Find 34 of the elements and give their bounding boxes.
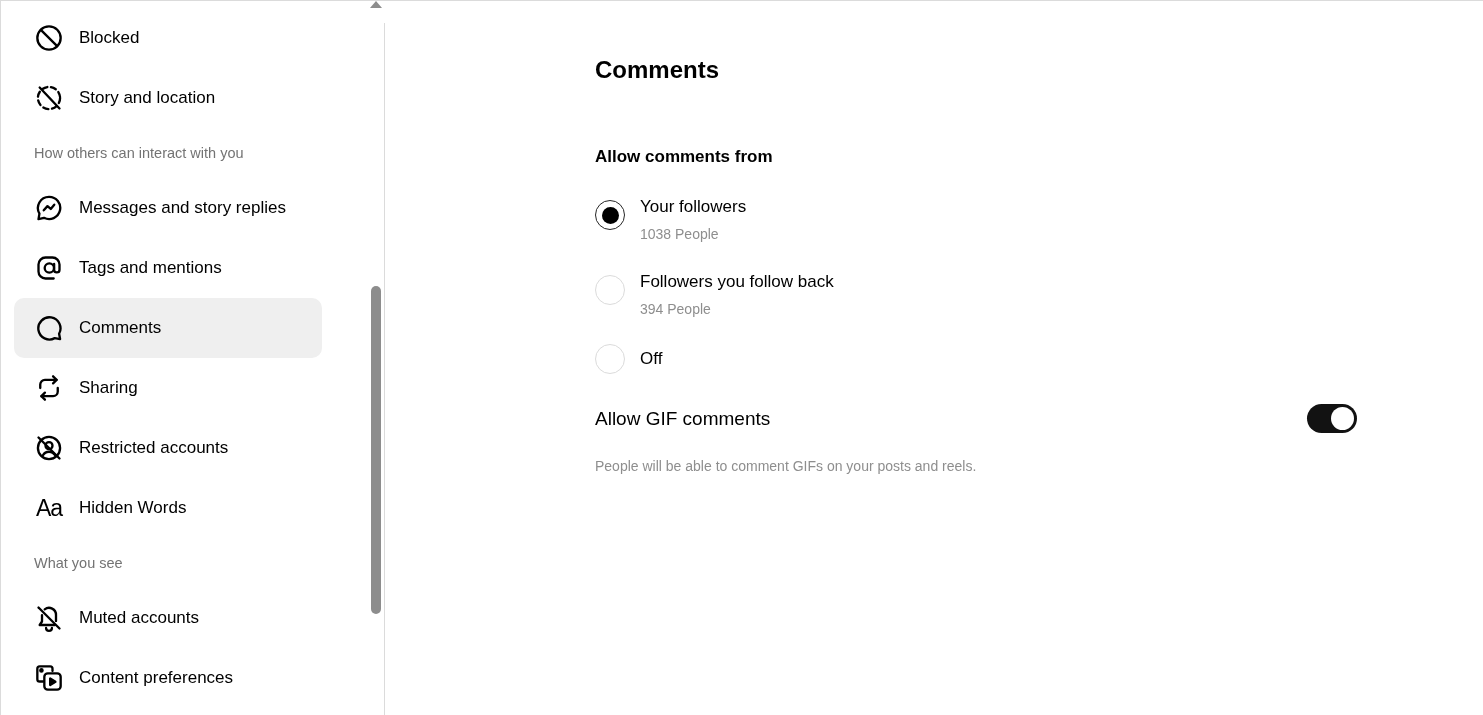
dashed-circle-slash-icon [35,84,63,112]
sidebar-item[interactable]: Blocked [14,8,322,68]
sidebar-item[interactable]: Sharing [14,358,322,418]
scroll-up-icon[interactable] [370,1,382,8]
setting-description: People will be able to comment GIFs on your posts and reels. [595,457,978,476]
sidebar-item[interactable]: Story and location [14,68,322,128]
sidebar-item[interactable]: Tags and mentions [14,238,322,298]
comment-icon [35,314,63,342]
section-label: Allow comments from [595,146,774,168]
sidebar-item[interactable]: Comments [14,298,322,358]
restricted-account-icon [35,434,63,462]
sidebar-item[interactable]: Restricted accounts [14,418,322,478]
toggle-switch[interactable] [1307,404,1357,433]
section-heading: How others can interact with you [34,144,244,162]
section-heading: What you see [34,554,123,572]
sidebar-item[interactable]: Messages and story replies [14,178,322,238]
option-label: Your followers [640,196,747,218]
option-detail: 1038 People [640,225,720,244]
messenger-icon [35,194,63,222]
option-label: Off [640,348,663,370]
option-detail: 394 People [640,300,712,319]
media-play-icon [35,664,63,692]
at-sign-icon [35,254,63,282]
blocked-icon [35,24,63,52]
radio-button[interactable] [595,200,625,230]
sidebar-item[interactable]: Muted accounts [14,588,322,648]
option-label: Followers you follow back [640,271,834,293]
text-size-icon: Aa [35,494,63,522]
muted-bell-icon [35,604,63,632]
page-title: Comments [595,55,721,85]
scrollbar-thumb[interactable] [371,286,381,614]
sidebar-item[interactable]: Aa Hidden Words [14,478,322,538]
setting-label: Allow GIF comments [595,406,771,431]
sidebar-item[interactable]: Content preferences [14,648,322,708]
